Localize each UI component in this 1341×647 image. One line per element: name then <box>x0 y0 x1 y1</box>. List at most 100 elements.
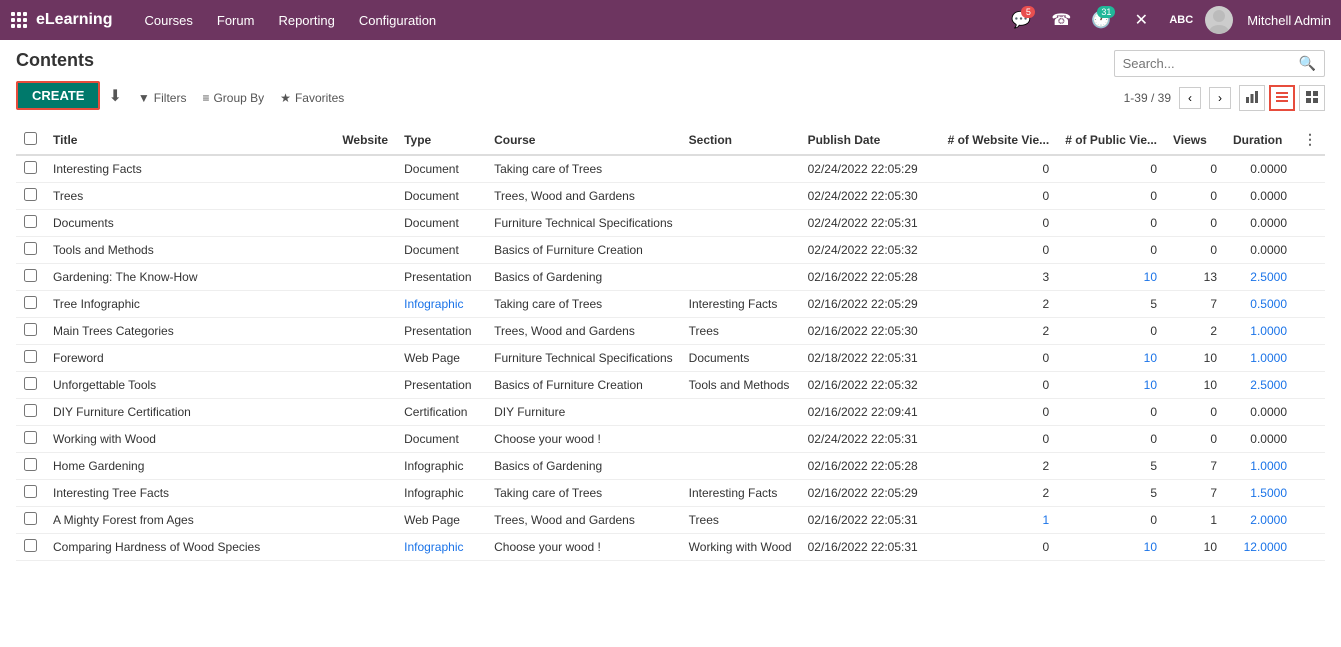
cell-duration: 0.0000 <box>1225 399 1295 426</box>
nav-configuration[interactable]: Configuration <box>347 0 448 40</box>
create-button[interactable]: CREATE <box>16 81 100 110</box>
groupby-button[interactable]: ≡ Group By <box>202 91 264 105</box>
cell-website-views: 0 <box>940 426 1058 453</box>
col-header-website-views[interactable]: # of Website Vie... <box>940 125 1058 155</box>
table-row: Tree Infographic Infographic Taking care… <box>16 291 1325 318</box>
col-header-type[interactable]: Type <box>396 125 486 155</box>
row-checkbox[interactable] <box>24 242 37 255</box>
row-checkbox[interactable] <box>24 512 37 525</box>
cell-public-views: 0 <box>1057 399 1165 426</box>
cell-section: Interesting Facts <box>681 480 800 507</box>
cell-course[interactable]: Basics of Furniture Creation <box>486 372 681 399</box>
cell-section <box>681 237 800 264</box>
cell-course[interactable]: Trees, Wood and Gardens <box>486 318 681 345</box>
col-header-duration[interactable]: Duration <box>1225 125 1295 155</box>
cell-section <box>681 399 800 426</box>
cell-public-views[interactable]: 10 <box>1057 345 1165 372</box>
cell-public-views[interactable]: 10 <box>1057 264 1165 291</box>
cell-course[interactable]: Taking care of Trees <box>486 480 681 507</box>
col-header-website[interactable]: Website <box>334 125 396 155</box>
cell-website <box>334 237 396 264</box>
col-header-course[interactable]: Course <box>486 125 681 155</box>
search-input[interactable] <box>1123 56 1299 71</box>
table-row: Main Trees Categories Presentation Trees… <box>16 318 1325 345</box>
row-checkbox[interactable] <box>24 323 37 336</box>
row-checkbox[interactable] <box>24 404 37 417</box>
cell-course[interactable]: Basics of Furniture Creation <box>486 237 681 264</box>
cell-public-views[interactable]: 10 <box>1057 534 1165 561</box>
cell-title: Foreword <box>45 345 334 372</box>
list-view-button[interactable] <box>1269 85 1295 111</box>
star-icon: ★ <box>280 91 291 105</box>
abc-label[interactable]: ABC <box>1165 4 1197 36</box>
cell-website <box>334 291 396 318</box>
cell-course[interactable]: DIY Furniture <box>486 399 681 426</box>
cell-course[interactable]: Furniture Technical Specifications <box>486 210 681 237</box>
row-checkbox[interactable] <box>24 215 37 228</box>
table-row: Gardening: The Know-How Presentation Bas… <box>16 264 1325 291</box>
row-checkbox[interactable] <box>24 350 37 363</box>
cell-website-views: 0 <box>940 372 1058 399</box>
cell-title: Interesting Tree Facts <box>45 480 334 507</box>
contents-table: Title Website Type Course Section Publis… <box>16 125 1325 561</box>
clock-icon[interactable]: 🕐 31 <box>1085 4 1117 36</box>
cell-course[interactable]: Choose your wood ! <box>486 426 681 453</box>
col-header-title[interactable]: Title <box>45 125 334 155</box>
cell-duration: 12.0000 <box>1225 534 1295 561</box>
grid-view-button[interactable] <box>1299 85 1325 111</box>
cell-type: Document <box>396 237 486 264</box>
cell-course[interactable]: Basics of Gardening <box>486 453 681 480</box>
row-checkbox[interactable] <box>24 539 37 552</box>
row-checkbox[interactable] <box>24 296 37 309</box>
row-checkbox[interactable] <box>24 161 37 174</box>
cell-title: Gardening: The Know-How <box>45 264 334 291</box>
row-checkbox[interactable] <box>24 458 37 471</box>
row-checkbox[interactable] <box>24 377 37 390</box>
row-checkbox[interactable] <box>24 269 37 282</box>
table-row: Foreword Web Page Furniture Technical Sp… <box>16 345 1325 372</box>
cell-duration: 2.5000 <box>1225 264 1295 291</box>
col-header-publish-date[interactable]: Publish Date <box>800 125 940 155</box>
next-page-button[interactable]: › <box>1209 87 1231 109</box>
cell-public-views[interactable]: 10 <box>1057 372 1165 399</box>
cell-website <box>334 534 396 561</box>
col-header-views[interactable]: Views <box>1165 125 1225 155</box>
prev-page-button[interactable]: ‹ <box>1179 87 1201 109</box>
more-columns-button[interactable]: ⋮ <box>1303 131 1317 147</box>
filters-button[interactable]: ▼ Filters <box>138 91 187 105</box>
cell-course[interactable]: Basics of Gardening <box>486 264 681 291</box>
nav-forum[interactable]: Forum <box>205 0 267 40</box>
download-button[interactable]: ⬇ <box>108 86 121 106</box>
cell-section <box>681 183 800 210</box>
cell-title: Unforgettable Tools <box>45 372 334 399</box>
row-checkbox[interactable] <box>24 431 37 444</box>
avatar[interactable] <box>1205 6 1233 34</box>
col-header-section[interactable]: Section <box>681 125 800 155</box>
cell-course[interactable]: Trees, Wood and Gardens <box>486 183 681 210</box>
cell-public-views: 0 <box>1057 210 1165 237</box>
select-all-checkbox[interactable] <box>24 132 37 145</box>
cell-course[interactable]: Trees, Wood and Gardens <box>486 507 681 534</box>
bar-chart-view-button[interactable] <box>1239 85 1265 111</box>
row-checkbox[interactable] <box>24 485 37 498</box>
cell-type: Document <box>396 155 486 183</box>
nav-reporting[interactable]: Reporting <box>266 0 346 40</box>
row-checkbox[interactable] <box>24 188 37 201</box>
favorites-button[interactable]: ★ Favorites <box>280 91 344 105</box>
apps-icon[interactable] <box>10 11 28 29</box>
cell-course[interactable]: Furniture Technical Specifications <box>486 345 681 372</box>
cell-course[interactable]: Taking care of Trees <box>486 291 681 318</box>
cell-course[interactable]: Taking care of Trees <box>486 155 681 183</box>
cell-type: Certification <box>396 399 486 426</box>
cell-type: Infographic <box>396 291 486 318</box>
phone-icon[interactable]: ☎ <box>1045 4 1077 36</box>
col-header-public-views[interactable]: # of Public Vie... <box>1057 125 1165 155</box>
chat-icon[interactable]: 💬 5 <box>1005 4 1037 36</box>
nav-courses[interactable]: Courses <box>132 0 204 40</box>
app-brand: eLearning <box>36 11 112 29</box>
cell-course[interactable]: Choose your wood ! <box>486 534 681 561</box>
cell-publish-date: 02/16/2022 22:05:31 <box>800 507 940 534</box>
cell-views: 0 <box>1165 426 1225 453</box>
tools-icon[interactable]: ✕ <box>1125 4 1157 36</box>
table-row: Tools and Methods Document Basics of Fur… <box>16 237 1325 264</box>
